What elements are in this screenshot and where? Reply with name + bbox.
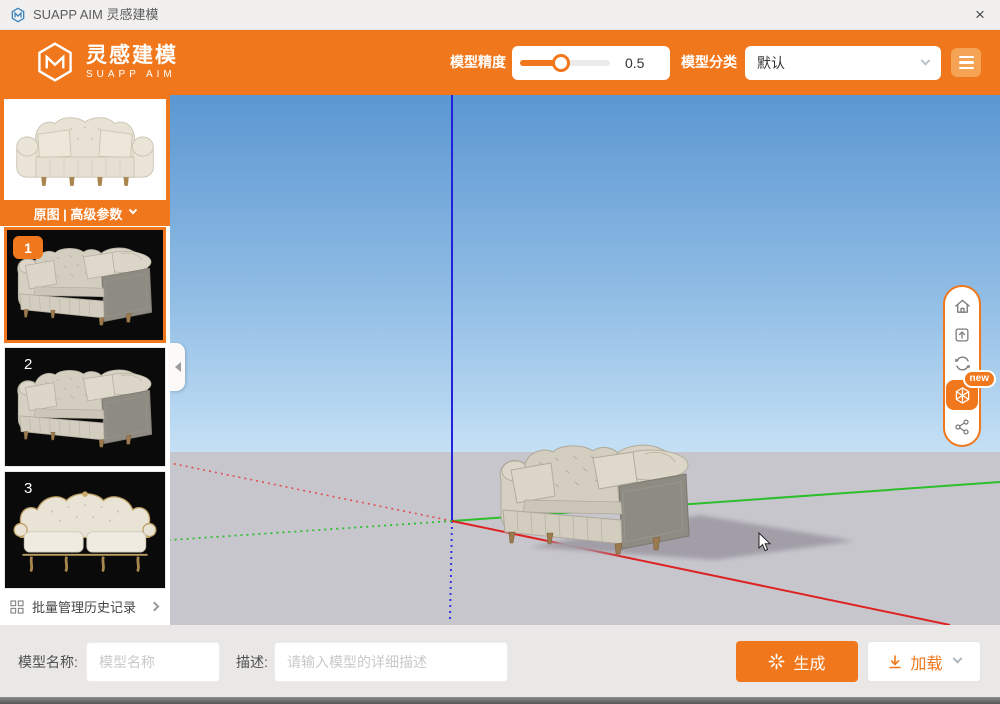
load-label: 加载 [910, 650, 942, 674]
share-button[interactable] [950, 415, 974, 439]
model-name-label: 模型名称: [18, 642, 78, 682]
window-title: SUAPP AIM 灵感建模 [33, 0, 158, 30]
precision-control: 0.5 [512, 46, 670, 80]
app-window: SUAPP AIM 灵感建模 × 灵感建模 SUAPP AIM 模型精度 0.5… [0, 0, 1000, 704]
thumbnail-2-number: 2 [24, 356, 32, 373]
upload-model-button[interactable] [950, 323, 974, 347]
precision-label: 模型精度 [450, 30, 506, 95]
original-image-card[interactable]: 原图 | 高级参数 [0, 95, 170, 226]
axis-blue-dotted [450, 521, 452, 620]
sidebar: 原图 | 高级参数 1 2 3 [0, 95, 170, 625]
chevron-right-icon [150, 602, 160, 612]
brand-name-en: SUAPP AIM [86, 68, 178, 81]
triangle-left-icon [170, 362, 181, 372]
brand-cube-icon [33, 40, 77, 84]
window-bottom-edge [0, 697, 1000, 704]
app-header: 灵感建模 SUAPP AIM 模型精度 0.5 模型分类 默认 [0, 30, 1000, 95]
description-label: 描述: [236, 642, 268, 682]
axis-red-dotted [170, 463, 452, 521]
result-thumbnail-1[interactable]: 1 [4, 227, 166, 343]
generate-label: 生成 [793, 650, 825, 674]
original-image-thumbnail [4, 99, 166, 200]
result-thumbnail-3[interactable]: 3 [4, 471, 166, 589]
home-button[interactable] [950, 294, 974, 318]
main-area: 原图 | 高级参数 1 2 3 [0, 95, 1000, 625]
batch-history-button[interactable]: 批量管理历史记录 [0, 590, 170, 623]
history-label: 批量管理历史记录 [32, 597, 143, 616]
result-thumbnail-2[interactable]: 2 [4, 347, 166, 467]
brand: 灵感建模 SUAPP AIM [33, 40, 178, 84]
grid-icon [10, 600, 24, 614]
original-label-text: 原图 | 高级参数 [34, 204, 123, 223]
model-name-input[interactable] [86, 642, 220, 682]
category-dropdown[interactable]: 默认 [745, 46, 941, 80]
axis-green-dotted [170, 521, 452, 540]
chevron-down-icon[interactable] [952, 654, 962, 664]
chevron-down-icon [129, 206, 137, 214]
category-selected-value: 默认 [757, 53, 922, 73]
category-label: 模型分类 [681, 30, 737, 95]
description-input[interactable] [274, 642, 508, 682]
thumbnail-1-badge: 1 [13, 236, 43, 259]
gem-settings-icon [953, 386, 972, 405]
new-feature-badge: new [963, 370, 996, 388]
viewport-3d[interactable]: new [170, 95, 1000, 625]
precision-slider[interactable] [520, 60, 610, 66]
share-icon [953, 418, 971, 436]
close-button[interactable]: × [964, 0, 996, 30]
viewport-toolbar: new [943, 285, 981, 447]
upload-box-icon [953, 326, 971, 344]
title-bar: SUAPP AIM 灵感建模 × [0, 0, 1000, 30]
sidebar-collapse-handle[interactable] [170, 343, 185, 391]
sofa-model [495, 440, 695, 555]
generate-button[interactable]: 生成 [736, 641, 858, 682]
sparkle-icon [768, 653, 785, 670]
chevron-down-icon [921, 55, 931, 65]
mouse-cursor [758, 532, 772, 552]
original-advanced-params-toggle[interactable]: 原图 | 高级参数 [4, 200, 166, 226]
load-button[interactable]: 加载 [867, 641, 981, 682]
precision-value: 0.5 [625, 55, 644, 71]
app-logo-icon [10, 7, 26, 23]
slider-handle[interactable] [552, 54, 570, 72]
home-icon [953, 297, 972, 316]
hamburger-icon [959, 56, 974, 58]
footer-bar: 模型名称: 描述: 生成 加载 [0, 625, 1000, 697]
download-icon [887, 654, 903, 670]
brand-name-cn: 灵感建模 [86, 44, 178, 68]
thumbnail-3-number: 3 [24, 480, 32, 497]
menu-button[interactable] [951, 48, 981, 77]
